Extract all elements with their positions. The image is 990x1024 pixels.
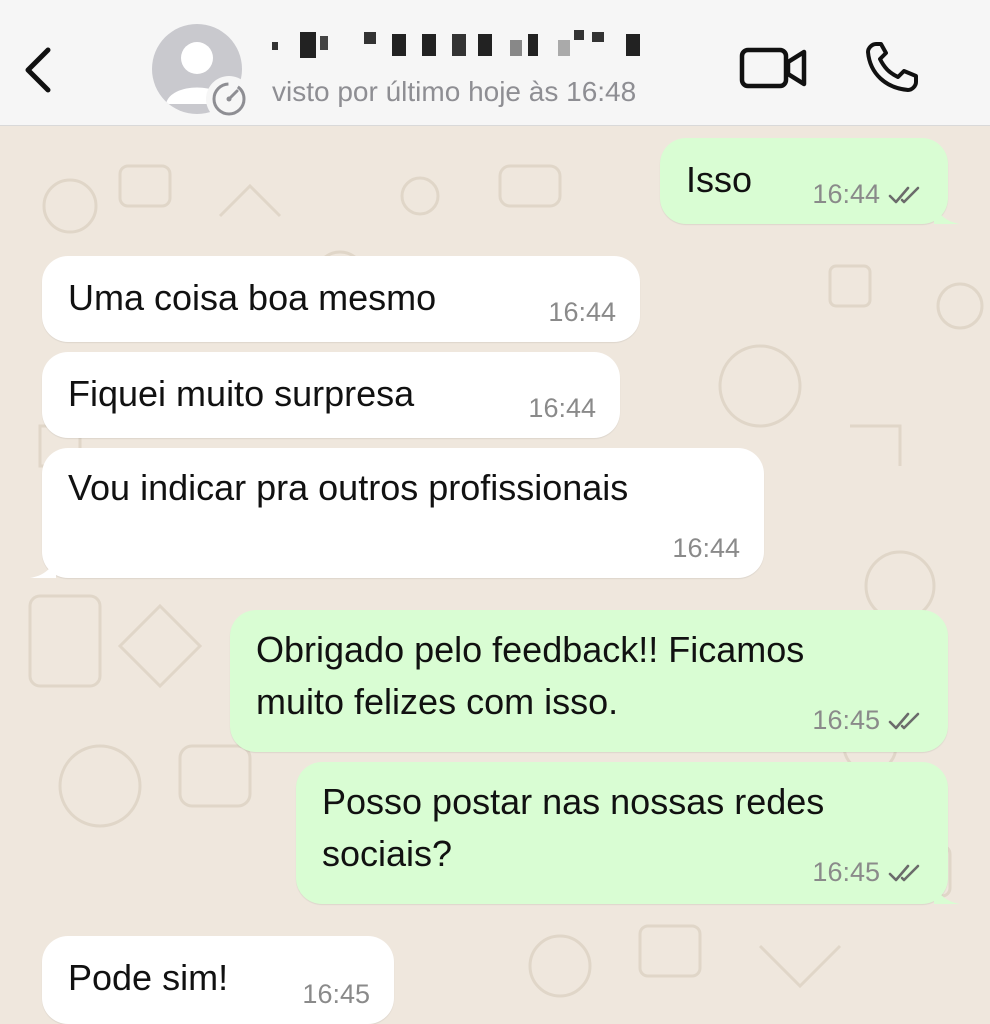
double-check-icon (888, 712, 920, 729)
message-text: Vou indicar pra outros profissionais (68, 467, 629, 508)
disappearing-timer-badge (206, 76, 252, 122)
contact-name-redacted[interactable] (272, 30, 642, 60)
message-time: 16:45 (812, 857, 880, 887)
message-time: 16:45 (812, 705, 880, 735)
video-camera-icon (739, 47, 807, 89)
message-time: 16:44 (548, 297, 616, 327)
message-text: Uma coisa boa mesmo (68, 277, 437, 318)
message-bubble-outgoing[interactable]: Isso 16:44 (660, 138, 960, 224)
message-text: Isso (686, 159, 753, 200)
double-check-icon (888, 186, 920, 203)
chat-header: visto por último hoje às 16:48 (0, 0, 990, 126)
last-seen-status: visto por último hoje às 16:48 (272, 76, 637, 107)
bubble-tail (934, 882, 960, 904)
chat-area[interactable]: Isso 16:44 Uma coisa boa mesmo 16:44 Fiq… (0, 126, 990, 1024)
message-meta: 16:45 (812, 857, 924, 888)
message-time: 16:44 (528, 393, 596, 423)
voice-call-button[interactable] (862, 40, 922, 96)
bubble-tail (30, 556, 56, 578)
message-time: 16:44 (812, 179, 880, 209)
message-bubble-outgoing[interactable]: Posso postar nas nossas redes sociais? 1… (296, 762, 960, 904)
message-time: 16:45 (302, 979, 370, 1009)
message-meta: 16:44 (548, 297, 616, 328)
double-check-icon (888, 864, 920, 881)
message-meta: 16:44 (672, 533, 740, 564)
message-time: 16:44 (672, 533, 740, 563)
message-bubble-outgoing[interactable]: Obrigado pelo feedback!! Ficamos muito f… (230, 610, 948, 752)
message-text: Pode sim! (68, 957, 229, 998)
phone-icon (866, 42, 918, 92)
message-meta: 16:44 (812, 179, 924, 210)
message-text: Posso postar nas nossas redes sociais? (322, 781, 825, 874)
bubble-tail (934, 202, 960, 224)
message-bubble-incoming[interactable]: Pode sim! 16:45 (42, 936, 394, 1024)
message-bubble-incoming[interactable]: Vou indicar pra outros profissionais 16:… (30, 448, 764, 578)
message-meta: 16:44 (528, 393, 596, 424)
message-bubble-incoming[interactable]: Uma coisa boa mesmo 16:44 (42, 256, 640, 342)
timer-icon (212, 82, 246, 116)
message-text: Fiquei muito surpresa (68, 373, 415, 414)
message-meta: 16:45 (812, 705, 924, 736)
back-button[interactable] (18, 40, 58, 100)
message-meta: 16:45 (302, 979, 370, 1010)
message-bubble-incoming[interactable]: Fiquei muito surpresa 16:44 (42, 352, 620, 438)
message-text: Obrigado pelo feedback!! Ficamos muito f… (256, 629, 805, 722)
video-call-button[interactable] (738, 44, 810, 92)
chevron-left-icon (25, 47, 51, 93)
